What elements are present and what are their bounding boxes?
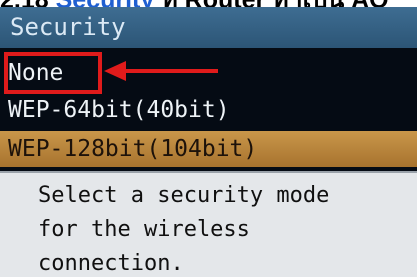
page: 2.18 Security ที่ Router ทำเป็น AO Secur… [0, 0, 417, 277]
help-line-2: for the wireless [38, 217, 250, 242]
help-line-1: Select a security mode [38, 183, 330, 208]
annotation-highlight-box [4, 52, 102, 94]
option-wep-64bit[interactable]: WEP-64bit(40bit) [0, 94, 417, 126]
left-arrow-icon [104, 61, 218, 81]
screen-title: Security [0, 7, 417, 48]
option-wep-128bit-selected[interactable]: WEP-128bit(104bit) [0, 131, 417, 167]
printer-lcd-screen: Security None WEP-64bit(40bit) WEP-128bi… [0, 7, 417, 277]
help-line-3: connection. [38, 251, 184, 276]
help-text-panel: Select a security mode for the wireless … [0, 171, 417, 277]
